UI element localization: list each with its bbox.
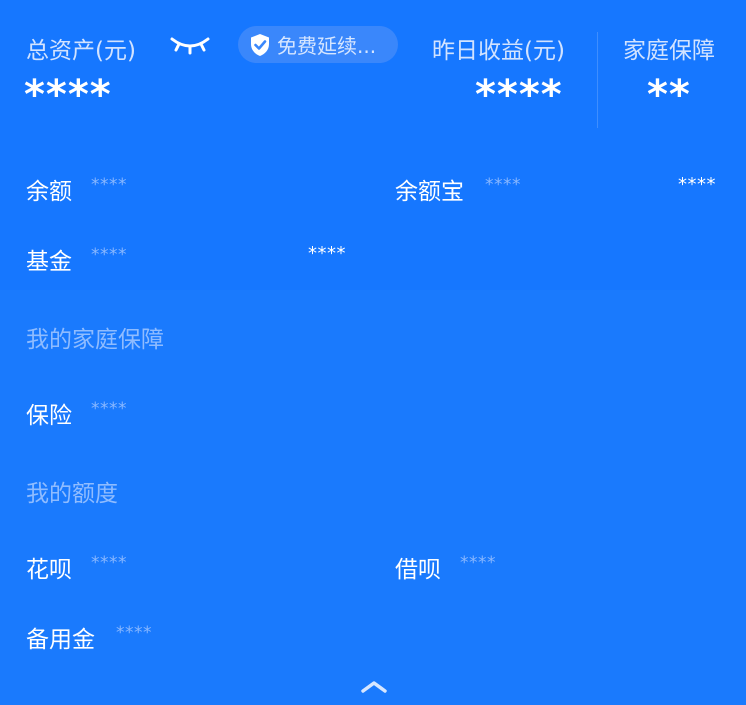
yesterday-income-label: 昨日收益(元) <box>432 38 565 64</box>
family-protection-label[interactable]: 家庭保障 <box>623 31 715 65</box>
balance-label[interactable]: 余额 <box>26 172 72 206</box>
jiebei-value: **** <box>460 553 496 573</box>
eye-closed-icon[interactable] <box>168 30 212 56</box>
insurance-label[interactable]: 保险 <box>26 396 72 430</box>
promo-label: 免费延续... <box>277 34 377 58</box>
fund-label[interactable]: 基金 <box>26 242 72 276</box>
yuebao-value: **** <box>485 175 521 195</box>
family-protection-section-title: 我的家庭保障 <box>26 327 164 353</box>
reserve-fund-label[interactable]: 备用金 <box>26 620 95 654</box>
fund-value: **** <box>91 245 127 265</box>
fund-income: **** <box>308 243 346 264</box>
yesterday-income-value: **** <box>475 72 563 118</box>
header-divider <box>597 32 598 128</box>
huabei-value: **** <box>91 553 127 573</box>
yuebao-label[interactable]: 余额宝 <box>395 172 464 206</box>
credit-section-title: 我的额度 <box>26 481 118 507</box>
yuebao-income: **** <box>678 174 716 195</box>
total-assets-value: **** <box>24 72 112 118</box>
free-extension-promo-button[interactable]: 免费延续... <box>238 26 398 63</box>
total-assets-label: 总资产(元) <box>26 38 136 64</box>
jiebei-label[interactable]: 借呗 <box>395 550 441 584</box>
huabei-label[interactable]: 花呗 <box>26 550 72 584</box>
reserve-fund-value: **** <box>116 623 152 643</box>
chevron-up-icon[interactable] <box>359 678 389 694</box>
shield-check-icon <box>249 33 271 57</box>
balance-value: **** <box>91 175 127 195</box>
insurance-value: **** <box>91 399 127 419</box>
family-protection-value[interactable]: ** <box>647 72 691 118</box>
